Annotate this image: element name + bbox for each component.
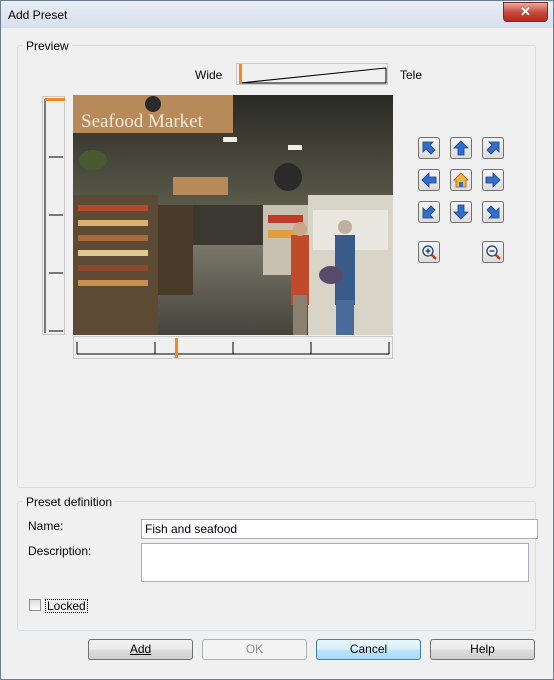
window-title: Add Preset bbox=[8, 8, 68, 22]
title-bar: Add Preset ✕ bbox=[1, 1, 553, 28]
pan-down-right-button[interactable] bbox=[482, 201, 504, 223]
svg-text:Seafood Market: Seafood Market bbox=[81, 111, 204, 132]
arrow-up-left-icon bbox=[422, 141, 436, 155]
zoom-out-icon bbox=[486, 245, 501, 260]
ok-button-label: OK bbox=[245, 642, 264, 656]
pan-slider[interactable] bbox=[73, 336, 393, 360]
name-field-value: Fish and seafood bbox=[145, 522, 238, 536]
arrow-down-right-icon bbox=[486, 205, 500, 219]
arrow-up-right-icon bbox=[486, 141, 500, 155]
zoom-in-icon bbox=[422, 245, 437, 260]
locked-checkbox[interactable] bbox=[29, 599, 41, 611]
tilt-up-button[interactable] bbox=[450, 137, 472, 159]
add-button-label: Add bbox=[129, 642, 152, 656]
name-field[interactable]: Fish and seafood bbox=[141, 519, 538, 539]
preset-definition-label: Preset definition bbox=[23, 495, 116, 509]
cancel-button-label: Cancel bbox=[349, 642, 388, 656]
arrow-right-icon bbox=[485, 172, 501, 188]
pan-down-left-button[interactable] bbox=[418, 201, 440, 223]
close-button[interactable]: ✕ bbox=[503, 2, 548, 22]
pan-left-button[interactable] bbox=[418, 169, 440, 191]
help-button-label: Help bbox=[470, 642, 495, 656]
arrow-down-left-icon bbox=[422, 205, 436, 219]
zoom-slider[interactable] bbox=[236, 63, 388, 85]
preview-group-label: Preview bbox=[23, 39, 72, 53]
help-button[interactable]: Help bbox=[430, 639, 535, 660]
camera-preview-image[interactable]: Seafood Market bbox=[73, 95, 393, 335]
pan-slider-thumb bbox=[175, 338, 178, 358]
add-button[interactable]: Add bbox=[88, 639, 193, 660]
wide-label: Wide bbox=[195, 68, 223, 82]
name-label: Name: bbox=[28, 519, 64, 533]
add-preset-dialog: Add Preset ✕ Preview Wide Tele Seafood M… bbox=[0, 0, 554, 680]
arrow-up-icon bbox=[453, 140, 469, 156]
tele-label: Tele bbox=[400, 68, 423, 82]
zoom-out-button[interactable] bbox=[482, 241, 504, 263]
pan-right-button[interactable] bbox=[482, 169, 504, 191]
zoom-slider-thumb bbox=[239, 64, 242, 84]
arrow-down-icon bbox=[453, 204, 469, 220]
arrow-left-icon bbox=[421, 172, 437, 188]
tilt-slider[interactable] bbox=[41, 95, 67, 337]
zoom-in-button[interactable] bbox=[418, 241, 440, 263]
cancel-button[interactable]: Cancel bbox=[316, 639, 421, 660]
tilt-slider-thumb bbox=[45, 98, 65, 101]
description-field[interactable] bbox=[141, 543, 529, 582]
tilt-down-button[interactable] bbox=[450, 201, 472, 223]
ok-button[interactable]: OK bbox=[202, 639, 307, 660]
pan-up-left-button[interactable] bbox=[418, 137, 440, 159]
description-label: Description: bbox=[28, 544, 92, 558]
pan-up-right-button[interactable] bbox=[482, 137, 504, 159]
locked-label[interactable]: Locked bbox=[45, 599, 88, 613]
home-icon bbox=[453, 172, 469, 188]
home-button[interactable] bbox=[450, 169, 472, 191]
